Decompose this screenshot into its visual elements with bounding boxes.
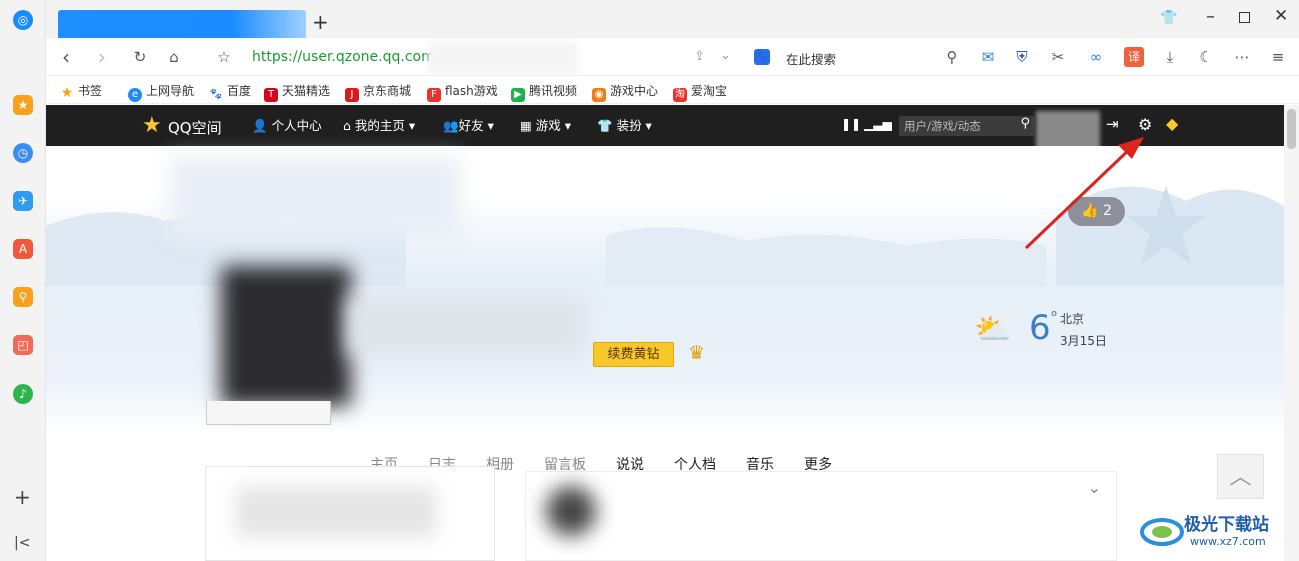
bookmark-item[interactable]: Fflash游戏 [427,82,498,102]
forward-icon[interactable]: › [92,47,112,67]
active-tab[interactable] [58,10,306,38]
watermark-url: www.xz7.com [1190,535,1266,548]
screenshot-icon[interactable]: ◰ [13,335,33,355]
game-center-icon: ◉ [592,88,606,102]
watermark: 极光下载站 www.xz7.com [1140,508,1295,556]
extension-loop-icon[interactable]: ∞ [1086,47,1106,67]
qzone-page: ★ QQ空间 👤 个人中心 ⌂ 我的主页 ▾ 👥好友 ▾ ▦ 游戏 ▾ 👕 装扮… [46,105,1284,561]
scissors-icon[interactable]: ✂ [1048,47,1068,67]
aitaobao-icon: 淘 [673,88,687,102]
tencent-video-icon: ▶ [511,88,525,102]
search-tool-icon[interactable]: ⚲ [13,287,33,307]
translate-icon[interactable]: 译 [1124,47,1144,67]
bookmark-star-icon[interactable]: ☆ [214,47,234,67]
pdf-icon[interactable]: A [13,239,33,259]
tmall-icon: T [264,88,278,102]
star-icon: ★ [60,85,74,101]
download-icon[interactable]: ⤓ [1160,47,1180,67]
extension-shield-icon[interactable]: ⛨ [1012,47,1032,67]
annotation-arrow [1024,137,1144,250]
flash-game-icon: F [427,88,441,102]
page-scrollbar[interactable] [1284,105,1299,561]
watermark-logo-icon [1140,518,1184,546]
refresh-icon[interactable]: ↻ [130,47,150,67]
navigation-bar: ‹ › ↻ ⌂ ☆ https://user.qzone.qq.com/ ⇪ ⌄… [46,38,1299,76]
bookmark-item[interactable]: ★ 书签 [60,82,102,100]
skin-icon[interactable]: 👕 [1160,10,1177,26]
address-bar[interactable]: https://user.qzone.qq.com/ ⇪ ⌄ [242,42,762,74]
favorites-icon[interactable]: ★ [13,95,33,115]
search-box[interactable]: 在此搜索 [786,49,836,68]
browser-logo-icon[interactable]: ◎ [13,10,33,30]
minimize-button[interactable]: – [1206,6,1215,27]
bookmark-item[interactable]: ◉ 游戏中心 [592,82,658,102]
add-sidebar-icon[interactable]: + [14,485,31,509]
bookmark-item[interactable]: ▶ 腾讯视频 [511,82,577,102]
tab-bar: + 👕 – ✕ [46,0,1299,38]
watermark-title: 极光下载站 [1184,515,1269,535]
bookmark-item[interactable]: 淘爱淘宝 [673,82,727,102]
music-icon[interactable]: ♪ [13,384,33,404]
jd-icon: J [345,88,359,102]
bookmark-item[interactable]: J 京东商城 [345,82,411,102]
menu-icon[interactable]: ≡ [1268,47,1288,67]
dropdown-icon[interactable]: ⌄ [720,48,731,63]
home-icon[interactable]: ⌂ [164,47,184,67]
baidu-icon: 🐾 [209,89,223,100]
browser-sidebar: ◎ ★ ◷ ✈ A ⚲ ◰ ♪ + |< [0,0,46,561]
url-text: https://user.qzone.qq.com/ [252,49,440,65]
search-icon[interactable]: ⚲ [942,47,962,67]
search-engine-icon[interactable]: 🐾 [754,49,770,65]
new-tab-button[interactable]: + [312,10,329,34]
extension-mail-icon[interactable]: ✉ [978,47,998,67]
more-icon[interactable]: ⋯ [1232,47,1252,67]
scroll-thumb[interactable] [1287,109,1296,149]
collapse-sidebar-icon[interactable]: |< [14,535,30,551]
night-mode-icon[interactable]: ☾ [1196,47,1216,67]
bookmark-item[interactable]: 🐾 百度 [209,82,251,100]
close-window-button[interactable]: ✕ [1274,6,1288,26]
maximize-button[interactable] [1239,12,1250,23]
bookmark-item[interactable]: T 天猫精选 [264,82,330,102]
history-icon[interactable]: ◷ [13,143,33,163]
bookmarks-bar: ★ 书签 e 上网导航 🐾 百度 T 天猫精选 J 京东商城 Fflash游戏 ▶ 腾讯视频… [46,77,1299,104]
back-icon[interactable]: ‹ [56,47,76,67]
translate-tool-icon[interactable]: ✈ [13,191,33,211]
share-icon[interactable]: ⇪ [694,49,705,64]
bookmark-item[interactable]: e 上网导航 [128,82,194,102]
ie-icon: e [128,88,142,102]
